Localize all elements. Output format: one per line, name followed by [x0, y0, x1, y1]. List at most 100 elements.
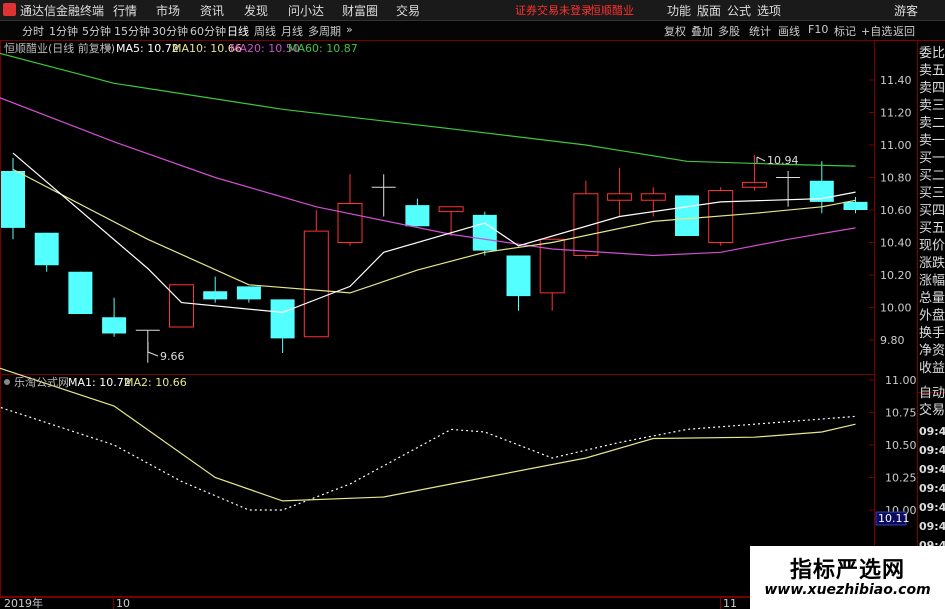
tab-timeshare[interactable]: 分时: [22, 23, 44, 39]
adjust-button[interactable]: 复权: [664, 23, 686, 39]
candle: [675, 195, 699, 236]
trade-time: 09:47: [919, 463, 945, 476]
y-tick-label: 10.80: [880, 172, 912, 185]
more-periods-icon[interactable]: »: [346, 23, 353, 36]
menu-quotes[interactable]: 行情: [113, 2, 137, 19]
low-marker: 9.66: [147, 342, 185, 363]
watermark-title: 指标严选网: [789, 558, 905, 583]
sub-y-tick-label: 11.00: [885, 374, 917, 387]
watermark-url: www.xuezhibiao.com: [764, 582, 931, 598]
candle: [776, 171, 801, 207]
tab-1min[interactable]: 1分钟: [49, 23, 78, 39]
quote-label: 卖三: [919, 99, 945, 114]
menu-formula[interactable]: 公式: [727, 2, 751, 19]
quote-label: 卖一: [919, 134, 945, 149]
quote-label: 委比: [919, 46, 945, 61]
menu-trade[interactable]: 交易: [396, 2, 420, 19]
candle: [203, 276, 228, 303]
tab-monthly[interactable]: 月线: [281, 23, 303, 39]
mark-button[interactable]: 标记: [834, 23, 856, 39]
candle: [34, 232, 59, 272]
sub-ma1-line: [0, 406, 856, 511]
y-tick-label: 10.60: [880, 204, 912, 217]
trade-time: 09:47: [919, 425, 945, 438]
add-watchlist-button[interactable]: +自选: [861, 23, 892, 39]
candle-body: [303, 230, 329, 338]
candle-body: [405, 205, 430, 227]
f10-button[interactable]: F10: [808, 23, 828, 36]
candle-body: [506, 255, 531, 297]
candle: [506, 255, 531, 311]
quote-label: 买三: [919, 186, 945, 201]
quote-label: 涨幅: [919, 274, 945, 289]
app-logo-icon: [3, 3, 16, 16]
tab-60min[interactable]: 60分钟: [190, 23, 226, 39]
y-tick-label: 10.40: [880, 237, 912, 250]
menu-options[interactable]: 选项: [757, 2, 781, 19]
login-notice[interactable]: 证券交易未登录: [515, 2, 592, 18]
y-tick-label: 10.00: [880, 302, 912, 315]
menu-function[interactable]: 功能: [667, 2, 691, 19]
candle-body: [573, 193, 599, 256]
low-price-label: 9.66: [160, 350, 185, 363]
stock-name: 恒顺醋业: [590, 4, 634, 17]
overlay-button[interactable]: 叠加: [691, 23, 713, 39]
trade-time: 09:47: [919, 520, 945, 533]
draw-button[interactable]: 画线: [778, 23, 800, 39]
candle-body: [169, 284, 194, 328]
menu-layout[interactable]: 版面: [697, 2, 721, 19]
candle-body: [1, 171, 25, 228]
candle-body: [675, 195, 699, 236]
multistock-button[interactable]: 多股: [718, 23, 740, 39]
candle: [843, 197, 868, 214]
quote-label: 买二: [919, 169, 945, 184]
current-value-label: 10.11: [878, 512, 910, 525]
y-tick-label: 11.40: [880, 74, 912, 87]
back-button[interactable]: 返回: [893, 23, 915, 39]
candle: [303, 210, 329, 338]
high-price-label: 10.94: [767, 154, 799, 167]
candle: [337, 174, 363, 246]
candle-body: [236, 286, 261, 300]
guest-button[interactable]: 游客: [894, 2, 918, 19]
menu-market[interactable]: 市场: [156, 2, 180, 19]
candle-body: [640, 193, 666, 201]
tab-multi[interactable]: 多周期: [308, 23, 341, 39]
menu-wealth[interactable]: 财富圈: [342, 2, 378, 19]
candle: [371, 174, 396, 217]
candle: [438, 206, 464, 236]
quote-label: 换手: [919, 326, 945, 341]
menu-assistant[interactable]: 问小达: [288, 2, 324, 19]
candle-body: [741, 181, 767, 188]
candle-body: [472, 214, 497, 251]
tab-weekly[interactable]: 周线: [254, 23, 276, 39]
stats-button[interactable]: 统计: [749, 23, 771, 39]
main-panel-title: 恒顺醋业(日线 前复权): [4, 41, 115, 55]
menu-discover[interactable]: 发现: [244, 2, 268, 19]
trade-time: 09:47: [919, 482, 945, 495]
trade-time: 09:47: [919, 501, 945, 514]
settings-icon[interactable]: [105, 45, 111, 51]
legend-ma5: MA5: 10.72: [116, 42, 179, 55]
quote-label: 卖二: [919, 116, 945, 131]
legend-ma60: MA60: 10.87: [288, 42, 358, 55]
menu-news[interactable]: 资讯: [200, 2, 224, 19]
tab-15min[interactable]: 15分钟: [114, 23, 150, 39]
quote-label: 现价: [919, 239, 945, 254]
main-y-axis: 11.40 11.20 11.00 10.80 10.60 10.40 10.20 10.00…: [880, 74, 912, 347]
candle: [405, 198, 430, 227]
sub-panel-frame: [0, 374, 875, 597]
tab-daily[interactable]: 日线: [227, 23, 249, 39]
app-title: 通达信金融终端: [20, 4, 105, 18]
sub-y-tick-label: 10.50: [885, 439, 917, 452]
main-panel-frame: [0, 40, 875, 375]
candle-body: [203, 291, 228, 300]
tab-5min[interactable]: 5分钟: [82, 23, 111, 39]
chart-area[interactable]: 11.40 11.20 11.00 10.80 10.60 10.40 10.20 10.00…: [0, 40, 945, 609]
sub-panel-title: 乐淘公式网: [14, 376, 69, 389]
candle-body: [843, 201, 868, 210]
tab-30min[interactable]: 30分钟: [152, 23, 188, 39]
candle: [270, 299, 295, 353]
sub-settings-icon[interactable]: [4, 379, 10, 385]
y-tick-label: 11.20: [880, 107, 912, 120]
